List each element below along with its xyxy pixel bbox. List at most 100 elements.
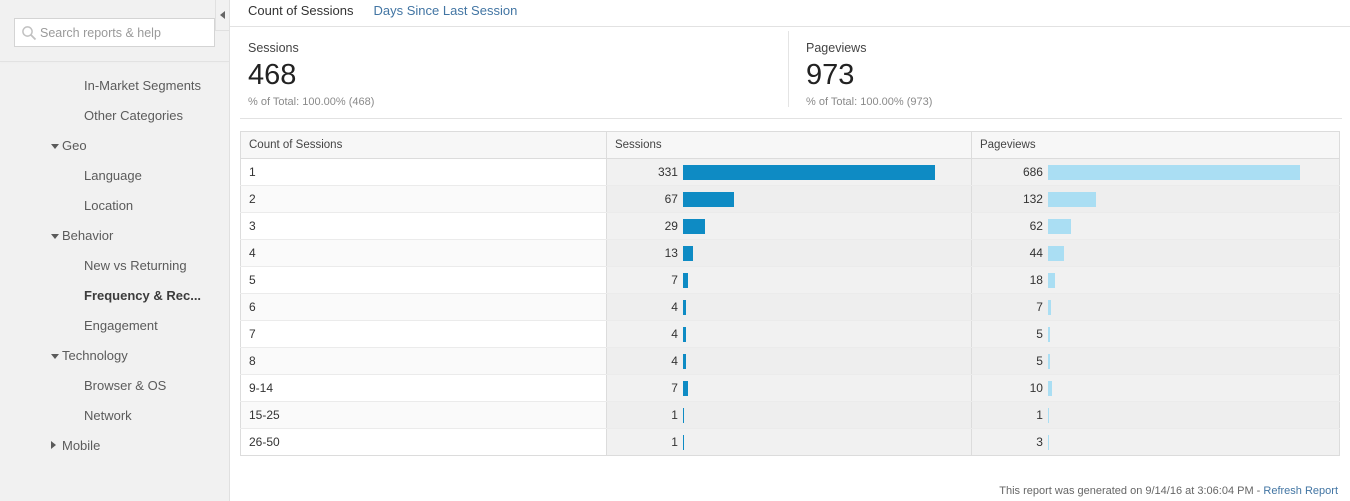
cell-pageviews: 686 — [971, 158, 1340, 186]
tab-days-since-last-session[interactable]: Days Since Last Session — [374, 2, 518, 20]
main-content: Count of Sessions Days Since Last Session… — [230, 0, 1350, 501]
table-row[interactable]: 2 67 132 — [240, 185, 1340, 213]
value-bar — [682, 407, 685, 423]
bar-track — [1047, 159, 1331, 185]
value-bar — [682, 164, 935, 180]
value-bar — [1047, 164, 1300, 180]
sidebar-collapse-toggle[interactable] — [215, 0, 230, 31]
table-row[interactable]: 26-50 1 3 — [240, 428, 1340, 456]
cell-pageviews: 10 — [971, 374, 1340, 402]
search-input[interactable] — [40, 25, 208, 40]
sidebar-item-label: Technology — [62, 347, 128, 363]
sidebar-item-technology[interactable]: Technology — [0, 340, 229, 370]
bar-track — [1047, 429, 1331, 455]
value-bar — [682, 245, 693, 261]
metric-label: Pageviews — [806, 41, 867, 55]
chevron-down-icon — [51, 143, 59, 149]
sidebar-item-engagement[interactable]: Engagement — [0, 310, 229, 340]
sidebar-search-area — [0, 0, 229, 47]
bar-track — [682, 375, 963, 401]
analytics-report-page: In-Market Segments Other Categories Geo Lan… — [0, 0, 1350, 501]
bar-track — [682, 240, 963, 266]
cell-dimension: 26-50 — [240, 428, 607, 456]
cell-pageviews: 18 — [971, 266, 1340, 294]
sidebar-item-label: New vs Returning — [84, 257, 187, 273]
sidebar-item-location[interactable]: Location — [0, 190, 229, 220]
table-row[interactable]: 6 4 7 — [240, 293, 1340, 321]
cell-sessions: 7 — [606, 266, 972, 294]
bar-track — [1047, 348, 1331, 374]
table-row[interactable]: 8 4 5 — [240, 347, 1340, 375]
value-bar — [1047, 272, 1055, 288]
search-box[interactable] — [14, 18, 215, 47]
refresh-report-link[interactable]: Refresh Report — [1263, 485, 1338, 497]
cell-sessions: 4 — [606, 320, 972, 348]
value-bar — [1047, 245, 1065, 261]
metric-label: Sessions — [248, 41, 299, 55]
sidebar-item-in-market-segments[interactable]: In-Market Segments — [0, 70, 229, 100]
table-row[interactable]: 9-14 7 10 — [240, 374, 1340, 402]
cell-pageviews: 132 — [971, 185, 1340, 213]
sidebar-divider — [0, 61, 229, 62]
sidebar-item-language[interactable]: Language — [0, 160, 229, 190]
sidebar-item-geo[interactable]: Geo — [0, 130, 229, 160]
chevron-left-icon — [220, 11, 225, 19]
sidebar-item-other-categories[interactable]: Other Categories — [0, 100, 229, 130]
sidebar-item-label: Geo — [62, 137, 87, 153]
sidebar: In-Market Segments Other Categories Geo Lan… — [0, 0, 230, 501]
sidebar-item-network[interactable]: Network — [0, 400, 229, 430]
bar-track — [1047, 267, 1331, 293]
report-table-wrap: Count of Sessions Sessions Pageviews 1 33… — [240, 131, 1340, 456]
metrics-summary: Sessions 468 % of Total: 100.00% (468) P… — [240, 27, 1342, 119]
cell-sessions: 13 — [606, 239, 972, 267]
sidebar-item-frequency-rec[interactable]: Frequency & Rec... — [0, 280, 229, 310]
bar-track — [1047, 294, 1331, 320]
value-bar — [682, 218, 706, 234]
cell-value: 10 — [1029, 381, 1043, 395]
cell-dimension: 6 — [240, 293, 607, 321]
sidebar-item-mobile[interactable]: Mobile — [0, 430, 229, 460]
cell-dimension: 5 — [240, 266, 607, 294]
bar-track — [682, 213, 963, 239]
sidebar-nav: In-Market Segments Other Categories Geo Lan… — [0, 70, 229, 464]
cell-sessions: 7 — [606, 374, 972, 402]
cell-pageviews: 7 — [971, 293, 1340, 321]
cell-sessions: 4 — [606, 347, 972, 375]
table-row[interactable]: 1 331 686 — [240, 158, 1340, 186]
metric-value: 973 — [806, 59, 855, 91]
cell-value: 4 — [671, 354, 678, 368]
cell-value: 18 — [1029, 273, 1043, 287]
cell-value: 44 — [1029, 246, 1043, 260]
cell-value: 5 — [1036, 354, 1043, 368]
cell-sessions: 29 — [606, 212, 972, 240]
cell-pageviews: 3 — [971, 428, 1340, 456]
bar-track — [682, 159, 963, 185]
tab-count-of-sessions[interactable]: Count of Sessions — [248, 2, 354, 20]
column-header-pageviews[interactable]: Pageviews — [971, 131, 1340, 159]
bar-track — [1047, 375, 1331, 401]
value-bar — [682, 191, 734, 207]
value-bar — [1047, 191, 1097, 207]
sidebar-item-new-vs-returning[interactable]: New vs Returning — [0, 250, 229, 280]
value-bar — [1047, 434, 1050, 450]
table-row[interactable]: 5 7 18 — [240, 266, 1340, 294]
table-row[interactable]: 3 29 62 — [240, 212, 1340, 240]
cell-sessions: 4 — [606, 293, 972, 321]
cell-dimension: 8 — [240, 347, 607, 375]
bar-track — [1047, 186, 1331, 212]
value-bar — [1047, 326, 1050, 342]
column-header-dimension[interactable]: Count of Sessions — [240, 131, 607, 159]
sidebar-item-browser-os[interactable]: Browser & OS — [0, 370, 229, 400]
table-row[interactable]: 15-25 1 1 — [240, 401, 1340, 429]
cell-value: 4 — [671, 327, 678, 341]
table-row[interactable]: 7 4 5 — [240, 320, 1340, 348]
cell-dimension: 15-25 — [240, 401, 607, 429]
cell-value: 1 — [1036, 408, 1043, 422]
cell-value: 686 — [1022, 165, 1043, 179]
column-header-sessions[interactable]: Sessions — [606, 131, 972, 159]
table-header-row: Count of Sessions Sessions Pageviews — [240, 131, 1340, 159]
cell-value: 331 — [657, 165, 678, 179]
table-row[interactable]: 4 13 44 — [240, 239, 1340, 267]
sidebar-item-behavior[interactable]: Behavior — [0, 220, 229, 250]
bar-track — [1047, 240, 1331, 266]
